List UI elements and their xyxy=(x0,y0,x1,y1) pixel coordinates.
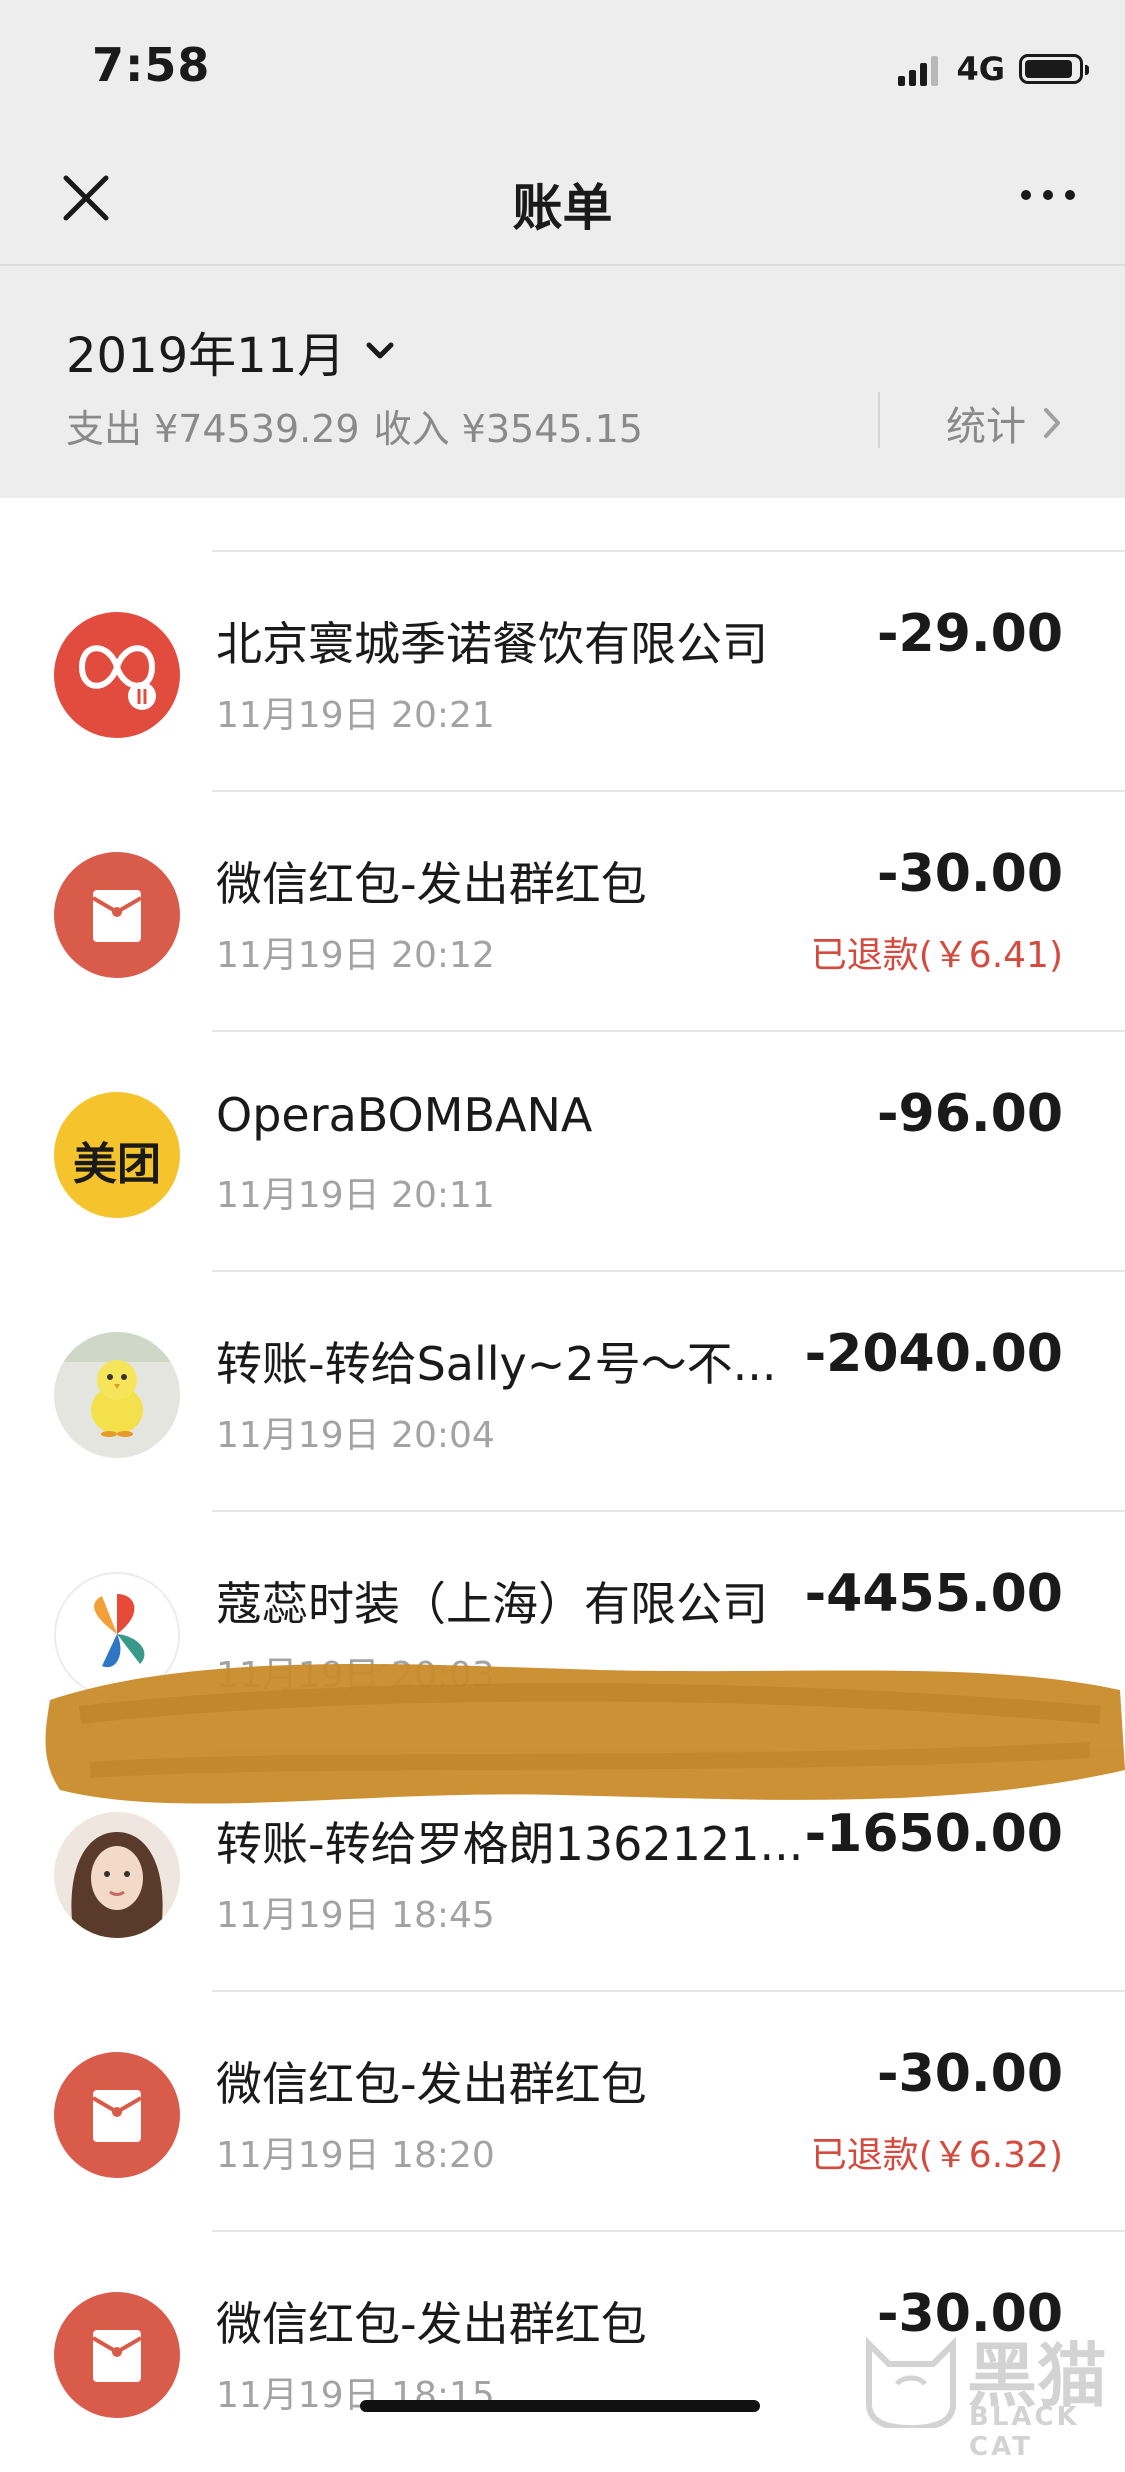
transaction-row[interactable]: 微信红包-发出群红包 11月19日 20:12 -30.00 已退款(￥6.41… xyxy=(0,792,1125,1032)
transaction-row[interactable]: 转账-转给Sally~2号～不... 11月19日 20:04 -2040.00 xyxy=(0,1272,1125,1512)
transaction-time: 11月19日 20:04 xyxy=(216,1415,495,1456)
signal-icon xyxy=(898,52,942,86)
stats-button[interactable]: 统计 xyxy=(946,394,1062,452)
chick-avatar xyxy=(54,1332,180,1458)
more-icon[interactable] xyxy=(1009,190,1075,200)
transaction-amount: -29.00 xyxy=(876,604,1063,664)
divider xyxy=(878,392,880,448)
transaction-row[interactable]: 微信红包-发出群红包 11月19日 18:20 -30.00 已退款(￥6.32… xyxy=(0,1992,1125,2232)
transaction-title: 北京寰城季诺餐饮有限公司 xyxy=(216,617,768,671)
red-packet-icon xyxy=(54,2292,180,2418)
expense-total: 支出 ¥74539.29 xyxy=(66,407,360,451)
month-label: 2019年11月 xyxy=(66,328,346,384)
income-total: 收入 ¥3545.15 xyxy=(373,407,643,451)
transaction-row[interactable]: 北京寰城季诺餐饮有限公司 11月19日 20:21 -29.00 xyxy=(0,552,1125,792)
transaction-amount: -4455.00 xyxy=(804,1564,1063,1624)
stats-label: 统计 xyxy=(946,404,1026,450)
transaction-title: 微信红包-发出群红包 xyxy=(216,857,647,911)
transaction-row[interactable]: 美团 OperaBOMBANA 11月19日 20:11 -96.00 xyxy=(0,1032,1125,1272)
status-time: 7:58 xyxy=(92,38,211,92)
page-title: 账单 xyxy=(512,179,613,237)
network-label: 4G xyxy=(956,50,1005,88)
transaction-title: OperaBOMBANA xyxy=(216,1088,593,1142)
redaction-scribble xyxy=(45,1663,1125,1804)
watermark: 黑猫 BLACK CAT xyxy=(849,2320,1119,2462)
battery-fill xyxy=(1025,60,1072,78)
transaction-time: 11月19日 18:20 xyxy=(216,2135,495,2176)
status-right: 4G xyxy=(898,50,1089,88)
transaction-title: 转账-转给Sally~2号～不... xyxy=(216,1337,777,1391)
battery-icon xyxy=(1019,54,1089,84)
totals: 支出 ¥74539.29 收入 ¥3545.15 xyxy=(66,398,657,453)
red-packet-icon xyxy=(54,2052,180,2178)
home-indicator[interactable] xyxy=(360,2400,760,2412)
transaction-amount: -30.00 xyxy=(876,2044,1063,2104)
transaction-time: 11月19日 20:11 xyxy=(216,1175,495,1216)
transaction-time: 11月19日 20:12 xyxy=(216,935,495,976)
restaurant-logo-icon xyxy=(54,612,180,738)
watermark-subtitle: BLACK CAT xyxy=(969,2402,1080,2462)
chevron-down-icon xyxy=(366,342,394,359)
bill-summary: 2019年11月 支出 ¥74539.29 收入 ¥3545.15 统计 xyxy=(0,266,1125,498)
black-cat-logo-icon xyxy=(866,2336,956,2428)
chevron-right-icon xyxy=(1044,408,1060,438)
meituan-logo-text: 美团 xyxy=(73,1139,161,1190)
transaction-amount: -2040.00 xyxy=(804,1324,1063,1384)
nav-bar: 账单 xyxy=(0,140,1125,266)
transaction-amount: -96.00 xyxy=(876,1084,1063,1144)
transaction-list: 北京寰城季诺餐饮有限公司 11月19日 20:21 -29.00 微信红包-发出… xyxy=(0,498,1125,2436)
refund-note: 已退款(￥6.41) xyxy=(810,935,1063,976)
transaction-title: 微信红包-发出群红包 xyxy=(216,2057,647,2111)
status-bar: 7:58 4G xyxy=(0,0,1125,140)
transaction-time: 11月19日 20:21 xyxy=(216,695,495,736)
transaction-title: 微信红包-发出群红包 xyxy=(216,2297,647,2351)
transaction-amount: -30.00 xyxy=(876,844,1063,904)
transaction-time: 11月19日 18:45 xyxy=(216,1895,495,1936)
refund-note: 已退款(￥6.32) xyxy=(810,2135,1063,2176)
red-packet-icon xyxy=(54,852,180,978)
meituan-icon: 美团 xyxy=(54,1092,180,1218)
month-selector[interactable]: 2019年11月 xyxy=(66,316,397,386)
